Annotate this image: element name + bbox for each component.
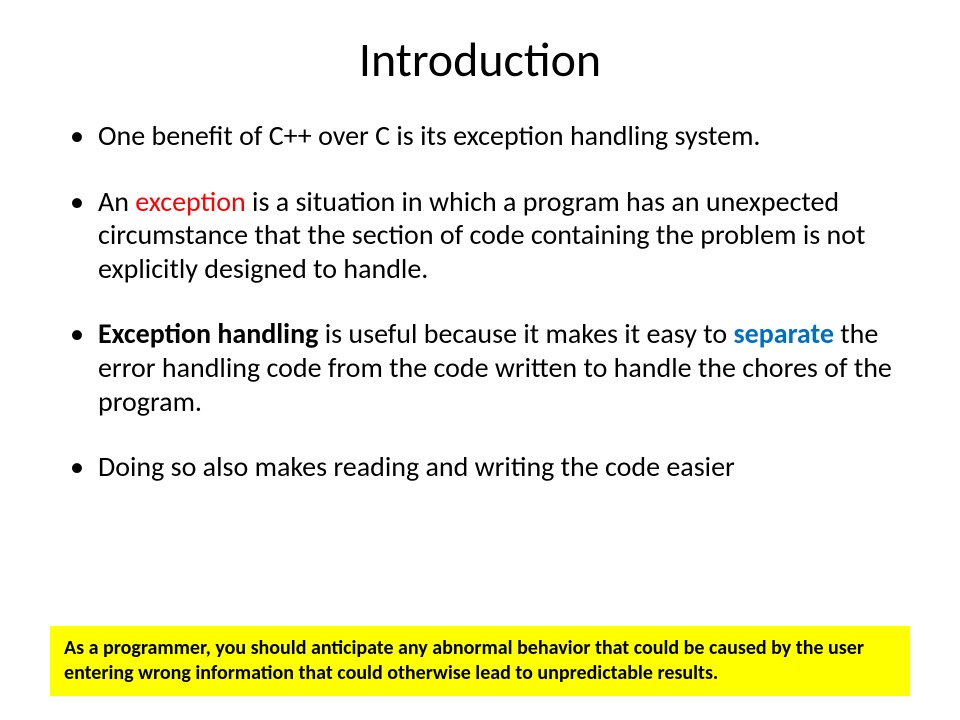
bullet-list: One benefit of C++ over C is its excepti… [50, 119, 910, 484]
bullet-3-text-mid: is useful because it makes it easy to [318, 316, 733, 351]
bullet-2-text-pre: An [98, 184, 135, 219]
bullet-3-highlight-separate: separate [733, 316, 833, 351]
bullet-3-bold-term: Exception handling [98, 316, 318, 351]
bullet-item-1: One benefit of C++ over C is its excepti… [70, 119, 910, 153]
bullet-item-3: Exception handling is useful because it … [70, 317, 910, 418]
bullet-item-2: An exception is a situation in which a p… [70, 185, 910, 286]
bullet-item-4: Doing so also makes reading and writing … [70, 450, 910, 484]
callout-box: As a programmer, you should anticipate a… [50, 626, 910, 696]
bullet-2-highlight-exception: exception [135, 184, 245, 219]
slide-title: Introduction [50, 30, 910, 89]
